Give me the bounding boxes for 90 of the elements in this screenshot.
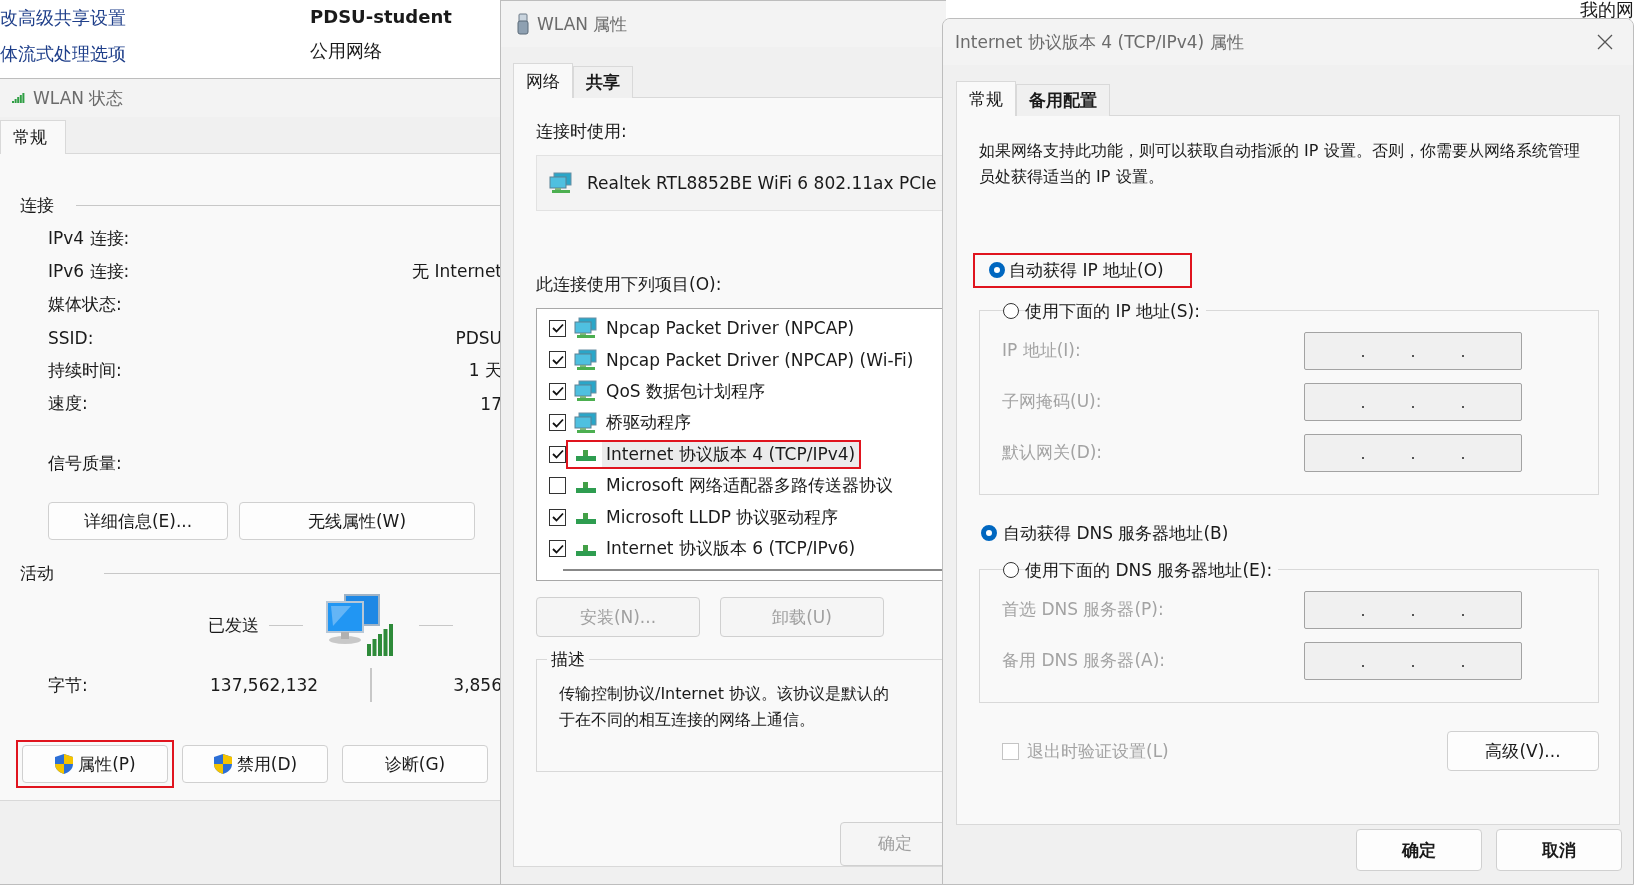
button[interactable]: 无线属性(W) xyxy=(239,502,475,540)
checkbox[interactable] xyxy=(549,540,566,558)
field-label: 首选 DNS 服务器(P): xyxy=(1002,598,1164,621)
list-item[interactable]: Microsoft 网络适配器多路传送器协议 xyxy=(602,473,897,499)
network-type: 公用网络 xyxy=(310,39,382,63)
field-value: 17 xyxy=(480,393,501,414)
button[interactable]: 禁用(D) xyxy=(182,745,328,783)
field-label: 媒体状态: xyxy=(48,293,122,316)
signal-icon xyxy=(12,93,25,103)
ip-address-field[interactable] xyxy=(1304,331,1522,370)
tab[interactable]: 网络 xyxy=(513,63,573,98)
button[interactable]: 详细信息(E)... xyxy=(48,502,228,540)
field-value: 1 天 xyxy=(468,359,501,382)
ip-address-field[interactable] xyxy=(1304,641,1522,680)
section-label: 连接时使用: xyxy=(536,120,628,143)
checkbox[interactable] xyxy=(549,351,566,369)
field-label: SSID: xyxy=(48,327,94,348)
field-label: 速度: xyxy=(48,392,88,415)
radio-button[interactable] xyxy=(1003,562,1019,578)
network-computers-icon xyxy=(323,592,395,658)
tab[interactable]: 共享 xyxy=(573,66,633,98)
check-icon xyxy=(551,449,564,460)
network-name: PDSU-student xyxy=(310,6,452,27)
tab[interactable]: 常规 xyxy=(0,120,66,154)
group-heading: 描述 xyxy=(547,648,589,671)
check-icon xyxy=(551,512,564,523)
checkbox[interactable] xyxy=(549,414,566,432)
adapter-icon xyxy=(549,171,573,194)
section-heading: 连接 xyxy=(20,193,54,217)
ok-button[interactable]: 确定 xyxy=(1356,829,1482,871)
bytes-received: 3,856 xyxy=(453,675,501,695)
radio-button[interactable] xyxy=(1003,303,1019,319)
window-title: WLAN 状态 xyxy=(33,86,124,110)
checkbox[interactable] xyxy=(549,319,566,337)
field-label: IPv4 连接: xyxy=(48,227,130,250)
wifi-adapter-icon xyxy=(517,13,529,35)
close-icon[interactable] xyxy=(1597,34,1613,50)
sent-label: 已发送 xyxy=(208,613,259,637)
list-item[interactable]: QoS 数据包计划程序 xyxy=(602,378,769,404)
tab[interactable]: 备用配置 xyxy=(1016,84,1110,116)
link[interactable]: 体流式处理选项 xyxy=(0,42,310,66)
list-item[interactable]: Internet 协议版本 6 (TCP/IPv6) xyxy=(602,536,860,562)
field-label: IP 地址(I): xyxy=(1002,339,1081,362)
button[interactable]: 属性(P) xyxy=(22,745,168,783)
section-heading: 活动 xyxy=(20,561,54,585)
field-label: IPv6 连接: xyxy=(48,260,130,283)
list-item[interactable]: Microsoft LLDP 协议驱动程序 xyxy=(602,504,843,530)
button[interactable]: 诊断(G) xyxy=(342,745,488,783)
list-item[interactable]: Npcap Packet Driver (NPCAP) (Wi-Fi) xyxy=(602,348,918,371)
check-icon xyxy=(551,386,564,397)
ip-address-field[interactable] xyxy=(1304,590,1522,629)
network-service-icon xyxy=(574,348,598,371)
link[interactable]: 改高级共享设置 xyxy=(0,6,310,30)
description-text: 传输控制协议/Internet 协议。该协议是默认的 于在不同的相互连接的网络上通信。 xyxy=(559,683,889,731)
check-icon xyxy=(551,323,564,334)
network-service-icon xyxy=(574,380,598,403)
check-icon xyxy=(551,354,564,365)
list-item[interactable]: 桥驱动程序 xyxy=(602,410,695,436)
list-item[interactable]: Internet 协议版本 4 (TCP/IPv4) xyxy=(602,441,860,467)
field-label: 信号质量: xyxy=(48,451,122,475)
network-service-icon xyxy=(574,317,598,340)
advanced-button[interactable]: 高级(V)... xyxy=(1447,731,1599,771)
field-value: PDSU xyxy=(455,327,501,348)
field-label: 默认网关(D): xyxy=(1002,441,1103,464)
field-value: 无 Internet xyxy=(412,260,501,283)
tab[interactable]: 常规 xyxy=(956,81,1016,116)
window-title: Internet 协议版本 4 (TCP/IPv4) 属性 xyxy=(955,30,1244,54)
section-label: 此连接使用下列项目(O): xyxy=(536,272,723,296)
corner-text: 我的网 xyxy=(1580,0,1634,22)
ip-address-field[interactable] xyxy=(1304,382,1522,421)
network-service-icon xyxy=(574,411,598,434)
bytes-label: 字节: xyxy=(48,673,89,697)
bytes-sent: 137,562,132 xyxy=(210,675,319,695)
checkbox[interactable] xyxy=(549,508,566,526)
radio-button[interactable] xyxy=(981,525,997,541)
adapter-name: Realtek RTL8852BE WiFi 6 802.11ax PCIe xyxy=(587,172,937,193)
intro-text: 如果网络支持此功能，则可以获取自动指派的 IP 设置。否则，你需要从网络系统管理员处获得适当的 IP 设置。 xyxy=(979,140,1581,188)
check-icon xyxy=(551,417,564,428)
ip-address-field[interactable] xyxy=(1304,433,1522,472)
check-icon xyxy=(551,543,564,554)
field-label: 子网掩码(U): xyxy=(1002,390,1102,413)
field-label: 备用 DNS 服务器(A): xyxy=(1002,649,1166,672)
field-label: 持续时间: xyxy=(48,359,122,382)
window-title: WLAN 属性 xyxy=(537,12,628,36)
checkbox[interactable] xyxy=(549,382,566,400)
checkbox[interactable] xyxy=(549,445,566,463)
list-item[interactable]: Npcap Packet Driver (NPCAP) xyxy=(602,317,859,340)
checkbox[interactable] xyxy=(549,477,566,495)
radio-button[interactable] xyxy=(989,262,1005,278)
cancel-button[interactable]: 取消 xyxy=(1496,829,1622,871)
